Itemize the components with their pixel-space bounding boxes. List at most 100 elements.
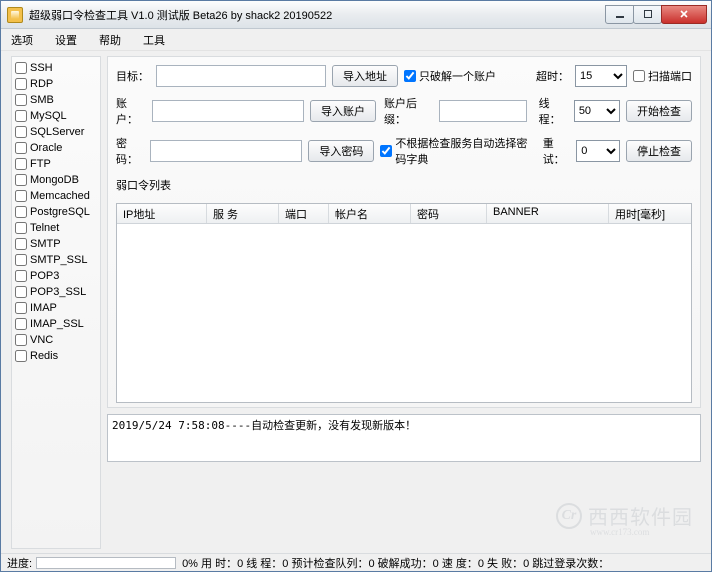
- scan-port-checkbox[interactable]: 扫描端口: [633, 68, 692, 84]
- service-item-imap_ssl[interactable]: IMAP_SSL: [15, 317, 97, 331]
- maximize-icon: [643, 9, 653, 19]
- timeout-select[interactable]: 15: [575, 65, 627, 87]
- single-account-checkbox-input[interactable]: [404, 70, 416, 82]
- auto-dict-checkbox-input[interactable]: [380, 145, 392, 157]
- service-item-redis[interactable]: Redis: [15, 349, 97, 363]
- service-item-telnet[interactable]: Telnet: [15, 221, 97, 235]
- menu-options[interactable]: 选项: [5, 31, 39, 49]
- service-item-ssh[interactable]: SSH: [15, 61, 97, 75]
- service-item-pop3_ssl[interactable]: POP3_SSL: [15, 285, 97, 299]
- service-checkbox[interactable]: [15, 126, 27, 138]
- column-header[interactable]: BANNER: [487, 204, 609, 223]
- retry-select[interactable]: 0: [576, 140, 620, 162]
- password-input[interactable]: [150, 140, 302, 162]
- stop-button[interactable]: 停止检查: [626, 140, 692, 162]
- service-checkbox[interactable]: [15, 190, 27, 202]
- service-label: Telnet: [30, 221, 59, 235]
- target-input[interactable]: [156, 65, 326, 87]
- service-item-oracle[interactable]: Oracle: [15, 141, 97, 155]
- service-item-sqlserver[interactable]: SQLServer: [15, 125, 97, 139]
- service-checkbox[interactable]: [15, 158, 27, 170]
- column-header[interactable]: 帐户名: [329, 204, 411, 223]
- window-controls: [606, 5, 707, 25]
- service-checkbox[interactable]: [15, 254, 27, 266]
- column-header[interactable]: 服 务: [207, 204, 279, 223]
- config-row-target: 目标： 导入地址 只破解一个账户 超时： 15: [116, 65, 692, 87]
- service-checkbox[interactable]: [15, 110, 27, 122]
- service-item-postgresql[interactable]: PostgreSQL: [15, 205, 97, 219]
- start-button[interactable]: 开始检查: [626, 100, 692, 122]
- services-panel: SSH RDP SMB MySQL SQLServer Oracle FTP MongoDB M…: [11, 56, 101, 549]
- menu-help[interactable]: 帮助: [93, 31, 127, 49]
- service-checkbox[interactable]: [15, 238, 27, 250]
- import-target-button[interactable]: 导入地址: [332, 65, 398, 87]
- service-item-smtp_ssl[interactable]: SMTP_SSL: [15, 253, 97, 267]
- suffix-label: 账户后缀：: [384, 95, 433, 127]
- service-checkbox[interactable]: [15, 302, 27, 314]
- auto-dict-checkbox[interactable]: 不根据检查服务自动选择密码字典: [380, 135, 530, 167]
- scan-port-checkbox-input[interactable]: [633, 70, 645, 82]
- service-item-rdp[interactable]: RDP: [15, 77, 97, 91]
- service-item-ftp[interactable]: FTP: [15, 157, 97, 171]
- service-checkbox[interactable]: [15, 62, 27, 74]
- scan-port-checkbox-label: 扫描端口: [648, 68, 692, 84]
- service-item-smtp[interactable]: SMTP: [15, 237, 97, 251]
- import-user-button[interactable]: 导入账户: [310, 100, 376, 122]
- close-icon: [679, 9, 689, 19]
- service-item-memcached[interactable]: Memcached: [15, 189, 97, 203]
- app-window: 超级弱口令检查工具 V1.0 测试版 Beta26 by shack2 2019…: [0, 0, 712, 572]
- close-button[interactable]: [661, 5, 707, 24]
- account-input[interactable]: [152, 100, 304, 122]
- service-label: VNC: [30, 333, 53, 347]
- target-label: 目标：: [116, 68, 150, 84]
- column-header[interactable]: 端口: [279, 204, 329, 223]
- import-pass-button[interactable]: 导入密码: [308, 140, 374, 162]
- column-header[interactable]: 用时[毫秒]: [609, 204, 683, 223]
- menu-settings[interactable]: 设置: [49, 31, 83, 49]
- status-metrics: 0% 用 时：0 线 程：0 预计检查队列：0 破解成功：0 速 度：0 失 败…: [182, 555, 609, 571]
- password-label: 密码：: [116, 135, 144, 167]
- statusbar: 进度: 0% 用 时：0 线 程：0 预计检查队列：0 破解成功：0 速 度：0…: [1, 553, 711, 571]
- minimize-button[interactable]: [605, 5, 634, 24]
- config-row-account: 账户： 导入账户 账户后缀： 线程： 50 开始检查: [116, 95, 692, 127]
- account-label: 账户：: [116, 95, 146, 127]
- service-checkbox[interactable]: [15, 334, 27, 346]
- results-header: IP地址服 务端口帐户名密码BANNER用时[毫秒]: [117, 204, 691, 224]
- service-item-smb[interactable]: SMB: [15, 93, 97, 107]
- progress-label: 进度:: [7, 555, 32, 571]
- threads-label: 线程：: [539, 95, 568, 127]
- service-label: POP3_SSL: [30, 285, 86, 299]
- service-label: SQLServer: [30, 125, 84, 139]
- service-item-pop3[interactable]: POP3: [15, 269, 97, 283]
- service-checkbox[interactable]: [15, 350, 27, 362]
- service-checkbox[interactable]: [15, 142, 27, 154]
- service-item-mysql[interactable]: MySQL: [15, 109, 97, 123]
- service-checkbox[interactable]: [15, 206, 27, 218]
- single-account-checkbox-label: 只破解一个账户: [419, 68, 496, 84]
- log-output[interactable]: 2019/5/24 7:58:08----自动检查更新，没有发现新版本！: [107, 414, 701, 462]
- column-header[interactable]: IP地址: [117, 204, 207, 223]
- threads-select[interactable]: 50: [574, 100, 620, 122]
- service-item-imap[interactable]: IMAP: [15, 301, 97, 315]
- service-checkbox[interactable]: [15, 78, 27, 90]
- app-icon: [7, 7, 23, 23]
- service-checkbox[interactable]: [15, 94, 27, 106]
- service-label: SMTP_SSL: [30, 253, 87, 267]
- service-checkbox[interactable]: [15, 174, 27, 186]
- service-checkbox[interactable]: [15, 318, 27, 330]
- column-header[interactable]: 密码: [411, 204, 487, 223]
- service-checkbox[interactable]: [15, 270, 27, 282]
- menu-tools[interactable]: 工具: [137, 31, 171, 49]
- suffix-input[interactable]: [439, 100, 527, 122]
- single-account-checkbox[interactable]: 只破解一个账户: [404, 68, 496, 84]
- config-row-password: 密码： 导入密码 不根据检查服务自动选择密码字典 重试： 0 停止检查: [116, 135, 692, 167]
- content-area: SSH RDP SMB MySQL SQLServer Oracle FTP MongoDB M…: [1, 52, 711, 553]
- service-label: SMB: [30, 93, 54, 107]
- service-label: SSH: [30, 61, 53, 75]
- service-checkbox[interactable]: [15, 222, 27, 234]
- service-checkbox[interactable]: [15, 286, 27, 298]
- service-item-mongodb[interactable]: MongoDB: [15, 173, 97, 187]
- timeout-label: 超时：: [536, 68, 569, 84]
- maximize-button[interactable]: [633, 5, 662, 24]
- service-item-vnc[interactable]: VNC: [15, 333, 97, 347]
